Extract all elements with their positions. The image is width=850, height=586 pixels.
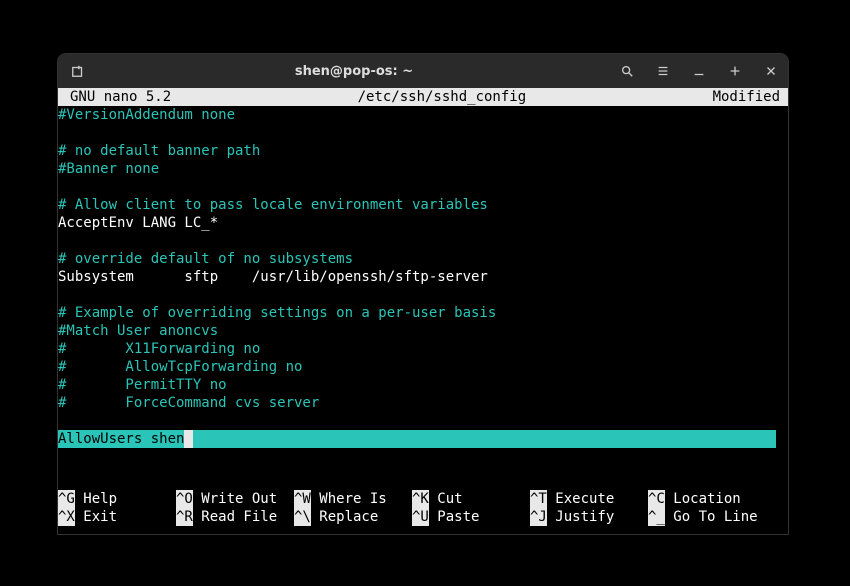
editor-line[interactable]: # no default banner path [58,142,788,160]
shortcut-key: ^G [58,490,75,508]
shortcut: ^\ Replace [294,508,412,526]
editor-line[interactable]: AcceptEnv LANG LC_* [58,214,788,232]
cursor-line-text: AllowUsers shen [58,430,184,448]
editor-line[interactable] [58,124,788,142]
close-icon[interactable] [762,62,780,80]
shortcut: ^J Justify [530,508,648,526]
shortcut: ^O Write Out [176,490,294,508]
shortcut-label: Replace [311,508,378,526]
shortcut-label: Cut [429,490,463,508]
shortcut-key: ^R [176,508,193,526]
shortcut: ^U Paste [412,508,530,526]
editor-line[interactable]: # Example of overriding settings on a pe… [58,304,788,322]
shortcut-key: ^K [412,490,429,508]
nano-header: GNU nano 5.2 /etc/ssh/sshd_config Modifi… [58,88,788,106]
shortcut: ^G Help [58,490,176,508]
shortcut-label: Justify [547,508,614,526]
editor-line[interactable]: # Allow client to pass locale environmen… [58,196,788,214]
shortcut-key: ^W [294,490,311,508]
shortcut-label: Location [665,490,741,508]
shortcut-key: ^O [176,490,193,508]
cursor-block [184,430,193,448]
editor-line[interactable]: # ForceCommand cvs server [58,394,788,412]
cursor-line[interactable]: AllowUsers shen [58,430,788,448]
nano-app-name: GNU nano 5.2 [62,88,171,106]
editor-line[interactable]: # X11Forwarding no [58,340,788,358]
editor-line[interactable] [58,232,788,250]
editor-line[interactable]: # override default of no subsystems [58,250,788,268]
shortcut-key: ^_ [648,508,665,526]
editor-line[interactable]: #Match User anoncvs [58,322,788,340]
shortcut-label: Read File [193,508,277,526]
shortcut-label: Where Is [311,490,387,508]
nano-status: Modified [713,88,784,106]
minimize-icon[interactable] [690,62,708,80]
shortcut: ^K Cut [412,490,530,508]
editor-line[interactable]: #Banner none [58,160,788,178]
shortcut-label: Write Out [193,490,277,508]
shortcut-key: ^C [648,490,665,508]
shortcut-key: ^X [58,508,75,526]
shortcut-key: ^U [412,508,429,526]
editor-line[interactable]: #VersionAddendum none [58,106,788,124]
shortcut: ^_ Go To Line [648,508,788,526]
editor-line[interactable] [58,178,788,196]
editor-line[interactable]: Subsystem sftp /usr/lib/openssh/sftp-ser… [58,268,788,286]
shortcut-label: Paste [429,508,480,526]
shortcut-key: ^\ [294,508,311,526]
search-icon[interactable] [618,62,636,80]
shortcut: ^W Where Is [294,490,412,508]
shortcut-label: Execute [547,490,614,508]
shortcut: ^X Exit [58,508,176,526]
maximize-icon[interactable] [726,62,744,80]
shortcut-label: Go To Line [665,508,758,526]
shortcut: ^R Read File [176,508,294,526]
shortcut-key: ^T [530,490,547,508]
editor-line[interactable]: # PermitTTY no [58,376,788,394]
shortcut-label: Help [75,490,117,508]
titlebar[interactable]: shen@pop-os: ~ [58,54,788,88]
editor-body[interactable]: #VersionAddendum none # no default banne… [58,106,788,430]
menu-icon[interactable] [654,62,672,80]
editor-line[interactable] [58,286,788,304]
editor-line[interactable] [58,412,788,430]
nano-shortcuts: ^G Help^O Write Out^W Where Is^K Cut^T E… [58,490,788,526]
shortcut: ^C Location [648,490,788,508]
shortcut-key: ^J [530,508,547,526]
shortcut-label: Exit [75,508,117,526]
window-title: shen@pop-os: ~ [90,64,618,79]
terminal-window: shen@pop-os: ~ GNU nano 5.2 /etc/ssh/ssh… [58,54,788,534]
editor-line[interactable]: # AllowTcpForwarding no [58,358,788,376]
new-tab-icon[interactable] [69,62,87,80]
shortcut: ^T Execute [530,490,648,508]
nano-filename: /etc/ssh/sshd_config [171,88,712,106]
terminal-content[interactable]: GNU nano 5.2 /etc/ssh/sshd_config Modifi… [58,88,788,534]
